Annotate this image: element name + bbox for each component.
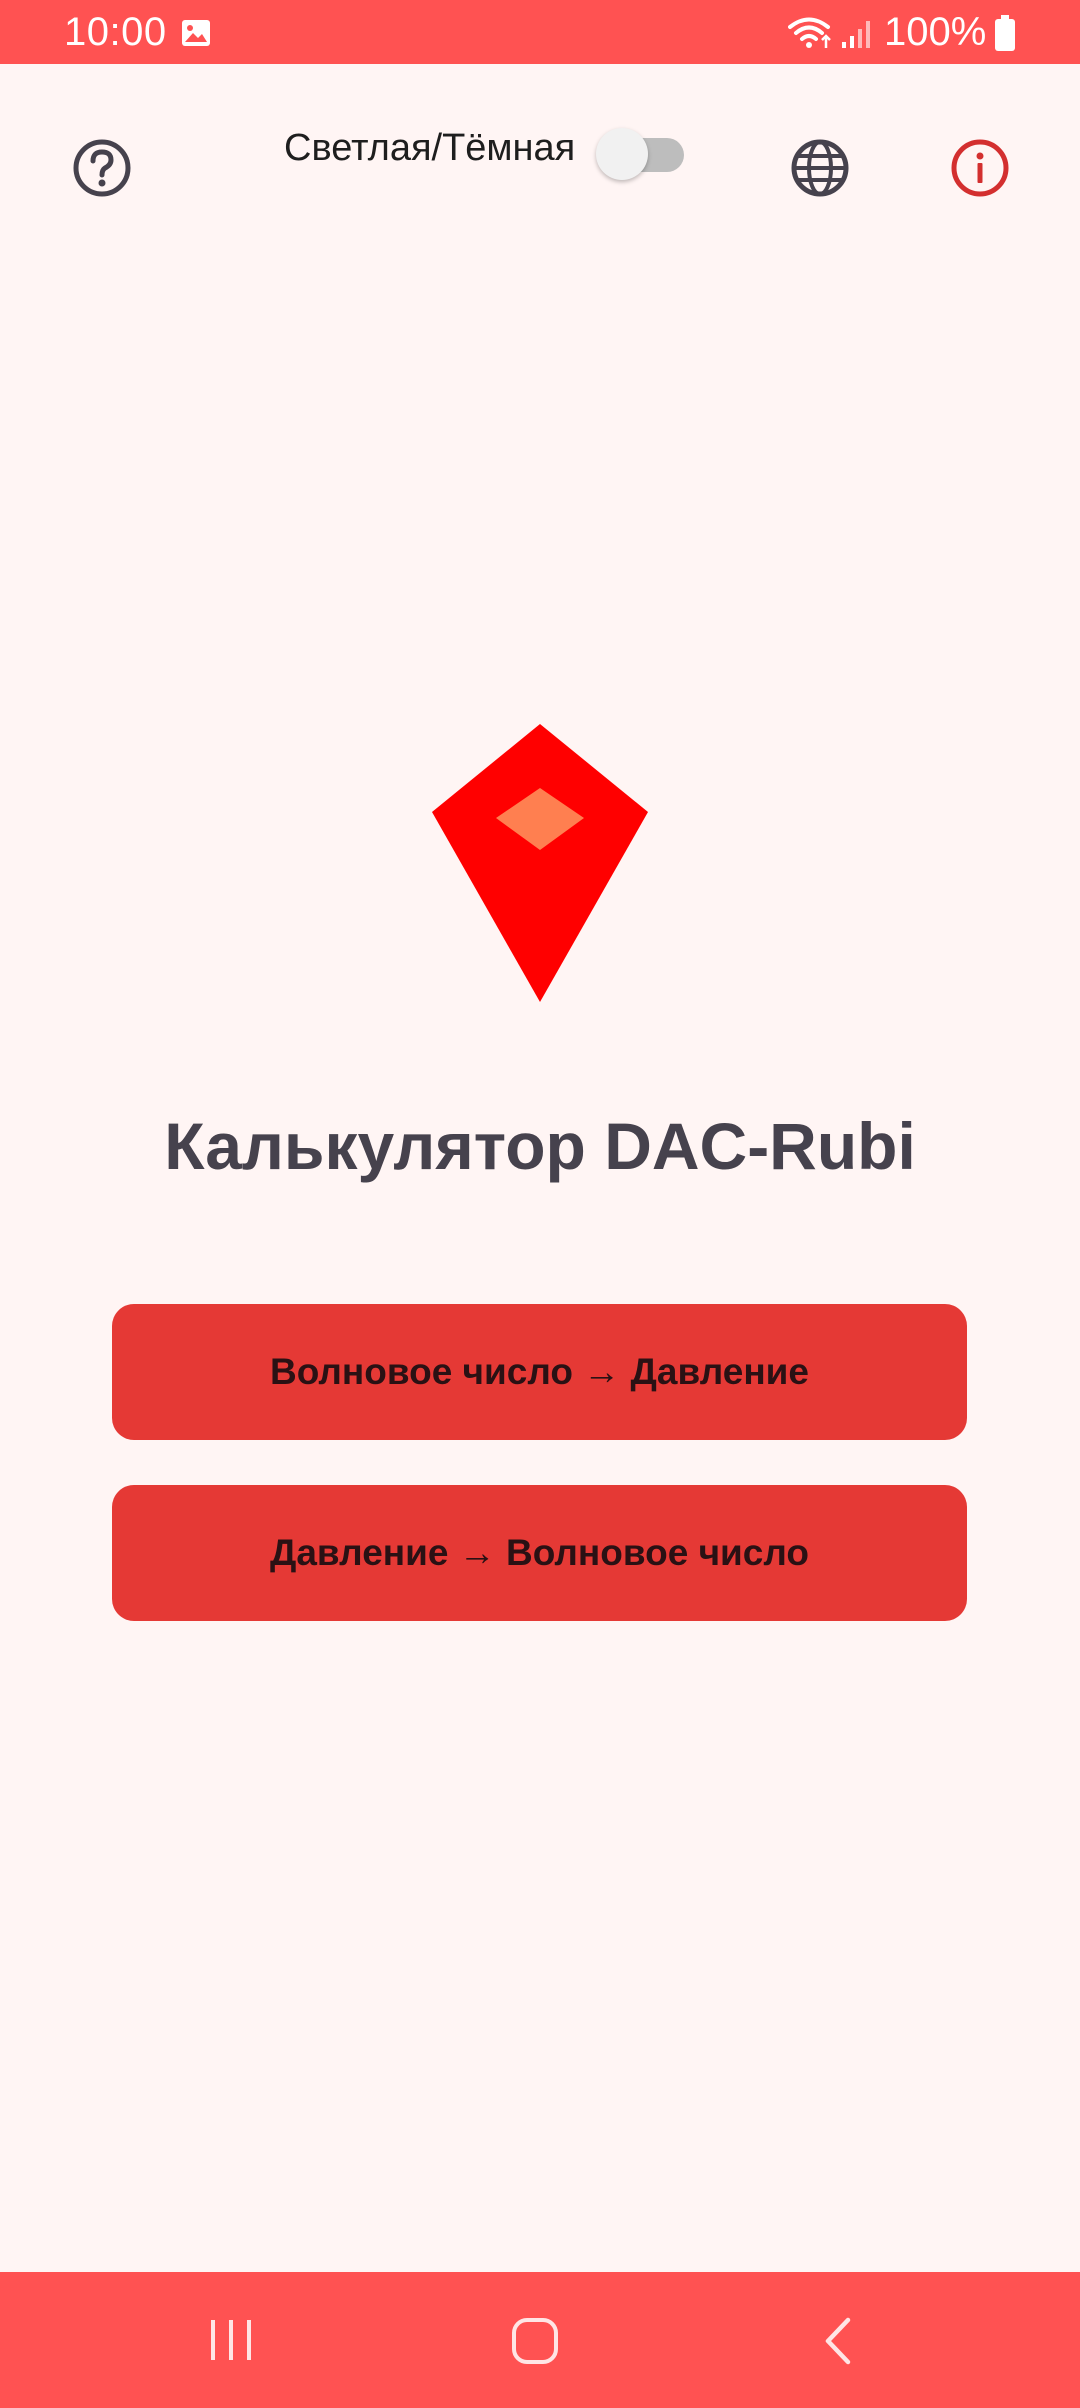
switch-thumb [596,128,648,180]
wifi-icon [788,16,834,50]
app-title: Калькулятор DAC-Rubi [164,1109,916,1183]
battery-icon [994,15,1016,51]
recents-icon[interactable] [206,2318,256,2362]
navigation-bar [0,2272,1080,2408]
globe-icon [791,139,849,197]
status-time: 10:00 [64,10,167,54]
back-icon[interactable] [818,2316,858,2366]
pressure-to-wave-button[interactable]: Давление → Волновое число [112,1485,967,1621]
status-bar: 10:00 100% [0,0,1080,64]
ruby-gem-icon [432,724,648,1002]
info-circle-icon [951,139,1009,197]
signal-icon [840,18,874,50]
help-circle-icon [73,139,131,197]
battery-percent: 100% [884,10,987,54]
info-button[interactable] [948,136,1012,200]
theme-toggle-switch[interactable] [596,122,688,180]
theme-toggle-label: Светлая/Тёмная [284,127,576,169]
help-button[interactable] [70,136,134,200]
wave-to-pressure-button[interactable]: Волновое число → Давление [112,1304,967,1440]
home-icon[interactable] [510,2316,560,2366]
gallery-icon [180,17,212,49]
language-button[interactable] [788,136,852,200]
